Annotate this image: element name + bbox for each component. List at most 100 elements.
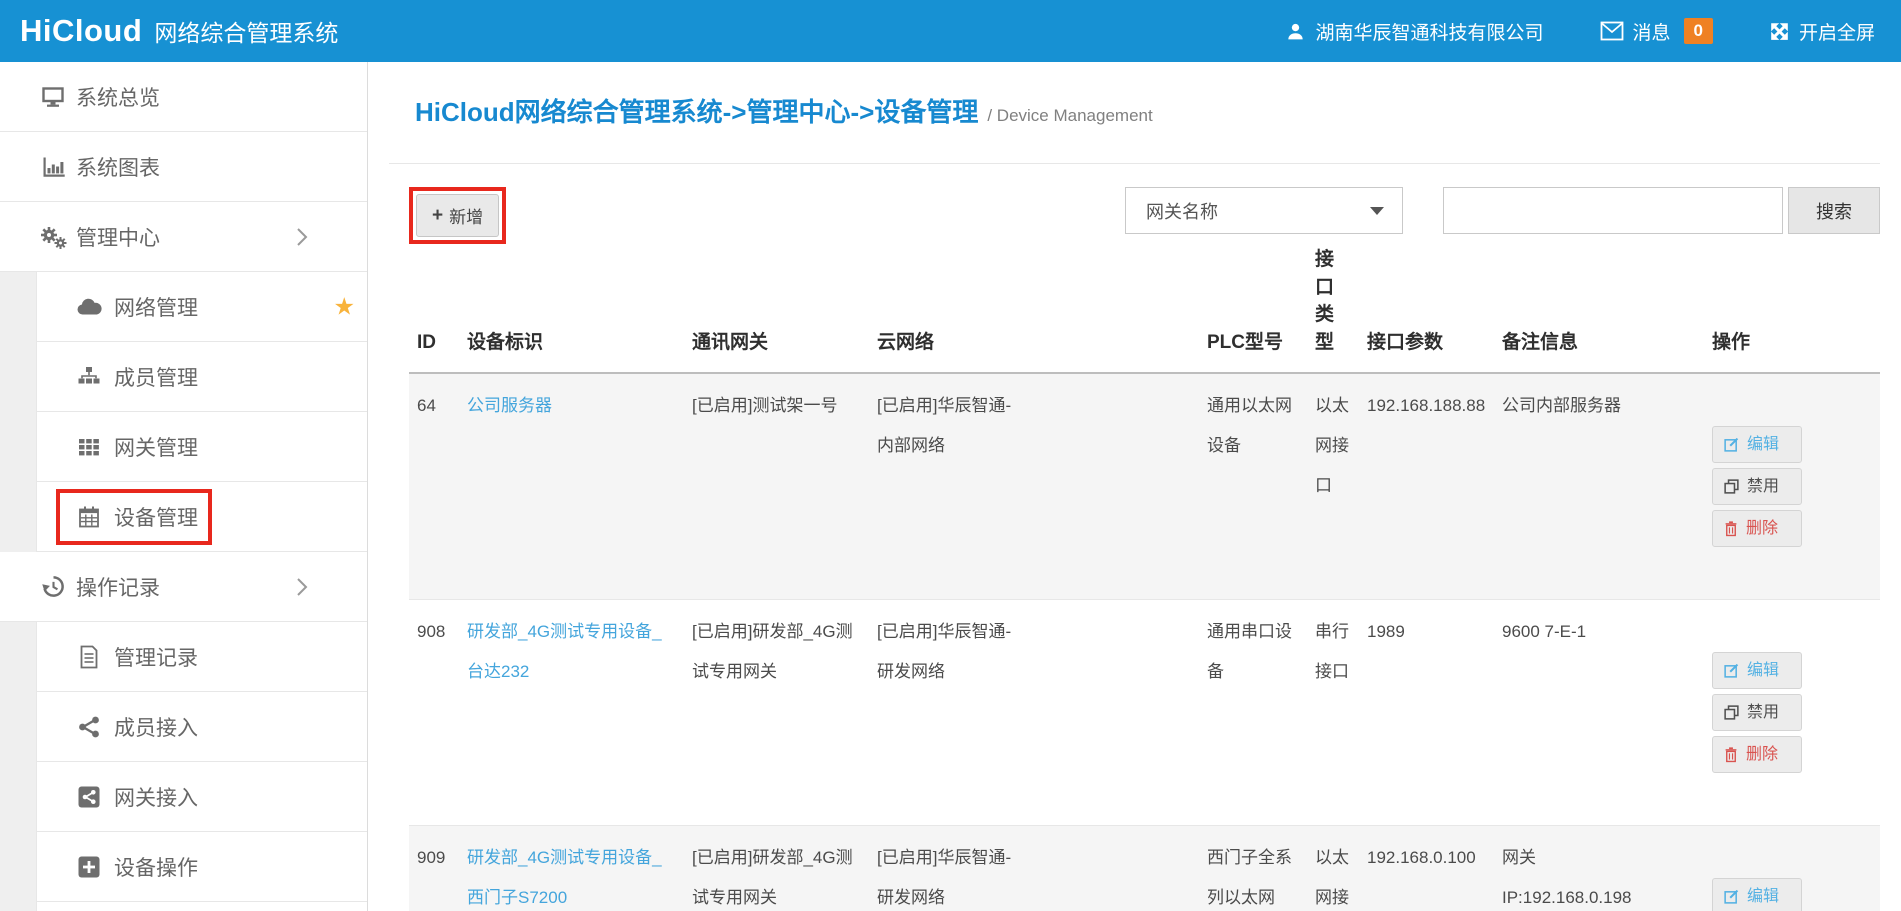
- device-link[interactable]: 公司服务器: [467, 396, 552, 415]
- device-link[interactable]: 研发部_4G测试专用设备_ 西门子S7200: [467, 848, 662, 907]
- sidebar-item-label: 成员管理: [114, 362, 198, 392]
- sidebar-item-label: 系统图表: [76, 152, 160, 182]
- sidebar-item-gateway-management[interactable]: 网关管理: [0, 412, 367, 482]
- cell-plc: 通用串口设 备: [1199, 600, 1307, 826]
- col-header-iface-type: 接口 类型: [1307, 246, 1359, 373]
- share-square-icon: [72, 785, 106, 809]
- cell-iface-param: 192.168.188.88: [1359, 373, 1494, 600]
- page-subtitle: / Device Management: [987, 106, 1152, 126]
- management-center-submenu: 网络管理 ★ 成员管理 网关管理: [0, 272, 367, 552]
- user-icon: [1285, 21, 1306, 42]
- cell-iface-type: 串行 接口: [1307, 600, 1359, 826]
- sidebar-item-label: 管理记录: [114, 642, 198, 672]
- col-header-actions: 操作: [1704, 246, 1880, 373]
- brand-subtitle: 网络综合管理系统: [154, 14, 338, 48]
- table-row: 908 研发部_4G测试专用设备_ 台达232 [已启用]研发部_4G测 试专用…: [409, 600, 1880, 826]
- cell-iface-param: 1989: [1359, 600, 1494, 826]
- page-title: HiCloud网络综合管理系统->管理中心->设备管理: [415, 92, 978, 129]
- heading-divider: [389, 163, 1880, 164]
- disable-button[interactable]: 禁用: [1712, 694, 1802, 731]
- envelope-icon: [1600, 21, 1624, 41]
- messages-menu[interactable]: 消息 0: [1600, 18, 1713, 45]
- star-icon: ★: [333, 292, 355, 321]
- col-header-network: 云网络: [869, 246, 1199, 373]
- chevron-right-icon: [295, 575, 309, 599]
- edit-button[interactable]: 编辑: [1712, 878, 1802, 911]
- gears-icon: [36, 224, 70, 250]
- device-link[interactable]: 研发部_4G测试专用设备_ 台达232: [467, 622, 662, 681]
- cell-plc: 通用以太网 设备: [1199, 373, 1307, 600]
- sidebar: 系统总览 系统图表: [0, 62, 368, 911]
- toolbar-right: 网关名称 搜索: [1125, 187, 1880, 234]
- filter-field-select[interactable]: 网关名称: [1125, 187, 1403, 234]
- row-actions: 编辑 禁用 删除: [1712, 426, 1872, 547]
- sidebar-item-device-operations[interactable]: 设备操作: [0, 832, 367, 902]
- cell-network: [已启用]华辰智通- 研发网络: [869, 826, 1199, 911]
- col-header-id: ID: [409, 246, 459, 373]
- sidebar-item-device-management[interactable]: 设备管理: [0, 482, 367, 552]
- messages-label: 消息: [1633, 18, 1671, 45]
- sidebar-filler: [0, 902, 367, 911]
- cell-id: 64: [409, 373, 459, 600]
- calendar-icon: [72, 505, 106, 529]
- plus-square-icon: [72, 855, 106, 879]
- sidebar-item-system-charts[interactable]: 系统图表: [0, 132, 367, 202]
- sidebar-item-label: 成员接入: [114, 712, 198, 742]
- sidebar-item-member-management[interactable]: 成员管理: [0, 342, 367, 412]
- search-group: 搜索: [1443, 187, 1880, 234]
- sidebar-item-network-management[interactable]: 网络管理 ★: [0, 272, 367, 342]
- breadcrumb: HiCloud网络综合管理系统->管理中心->设备管理 / Device Man…: [415, 92, 1880, 129]
- cell-gateway: [已启用]研发部_4G测 试专用网关: [684, 826, 869, 911]
- operation-records-submenu: 管理记录 成员接入 网关接入 设备操作: [0, 622, 367, 911]
- cloud-icon: [72, 297, 106, 317]
- company-name: 湖南华辰智通科技有限公司: [1315, 18, 1543, 45]
- fullscreen-toggle[interactable]: 开启全屏: [1769, 18, 1875, 45]
- account-menu[interactable]: 湖南华辰智通科技有限公司: [1285, 18, 1543, 45]
- filter-field-value: 网关名称: [1146, 198, 1218, 224]
- sidebar-item-system-overview[interactable]: 系统总览: [0, 62, 367, 132]
- topbar-right: 湖南华辰智通科技有限公司 消息 0 开启全屏: [1285, 18, 1875, 45]
- main-content: HiCloud网络综合管理系统->管理中心->设备管理 / Device Man…: [368, 62, 1901, 911]
- cell-iface-type: 以太 网接 口: [1307, 373, 1359, 600]
- delete-button[interactable]: 删除: [1712, 736, 1802, 773]
- cell-id: 908: [409, 600, 459, 826]
- cell-remark: 9600 7-E-1: [1494, 600, 1704, 826]
- edit-button[interactable]: 编辑: [1712, 652, 1802, 689]
- cell-gateway: [已启用]测试架一号: [684, 373, 869, 600]
- table-header-row: ID 设备标识 通讯网关 云网络 PLC型号 接口 类型 接口参数 备注信息 操…: [409, 246, 1880, 373]
- delete-button[interactable]: 删除: [1712, 510, 1802, 547]
- col-header-device: 设备标识: [459, 246, 684, 373]
- edit-button[interactable]: 编辑: [1712, 426, 1802, 463]
- caret-down-icon: [1370, 207, 1384, 215]
- table-row: 64 公司服务器 [已启用]测试架一号 [已启用]华辰智通- 内部网络 通用以太…: [409, 373, 1880, 600]
- cell-iface-param: 192.168.0.100: [1359, 826, 1494, 911]
- sidebar-item-label: 网络管理: [114, 292, 198, 322]
- share-icon: [72, 715, 106, 739]
- sidebar-item-label: 管理中心: [76, 222, 160, 252]
- sidebar-item-operation-records[interactable]: 操作记录: [0, 552, 367, 622]
- row-actions: 编辑 禁用 删除: [1712, 652, 1872, 773]
- messages-count-badge: 0: [1684, 18, 1713, 44]
- sidebar-item-label: 系统总览: [76, 82, 160, 112]
- col-header-iface-param: 接口参数: [1359, 246, 1494, 373]
- cell-gateway: [已启用]研发部_4G测 试专用网关: [684, 600, 869, 826]
- col-header-gateway: 通讯网关: [684, 246, 869, 373]
- search-button[interactable]: 搜索: [1788, 187, 1880, 234]
- sidebar-item-gateway-access[interactable]: 网关接入: [0, 762, 367, 832]
- sidebar-item-label: 操作记录: [76, 572, 160, 602]
- cell-id: 909: [409, 826, 459, 911]
- sidebar-item-member-access[interactable]: 成员接入: [0, 692, 367, 762]
- grid-icon: [72, 436, 106, 458]
- add-button-label: 新增: [449, 203, 483, 228]
- toolbar: + 新增 网关名称 搜索: [389, 187, 1880, 244]
- sidebar-item-label: 网关接入: [114, 782, 198, 812]
- search-input[interactable]: [1443, 187, 1783, 234]
- sidebar-item-management-records[interactable]: 管理记录: [0, 622, 367, 692]
- desktop-icon: [36, 85, 70, 109]
- col-header-plc: PLC型号: [1199, 246, 1307, 373]
- add-device-button[interactable]: + 新增: [416, 194, 499, 237]
- disable-button[interactable]: 禁用: [1712, 468, 1802, 505]
- cell-remark: 公司内部服务器: [1494, 373, 1704, 600]
- sitemap-icon: [72, 366, 106, 388]
- sidebar-item-management-center[interactable]: 管理中心: [0, 202, 367, 272]
